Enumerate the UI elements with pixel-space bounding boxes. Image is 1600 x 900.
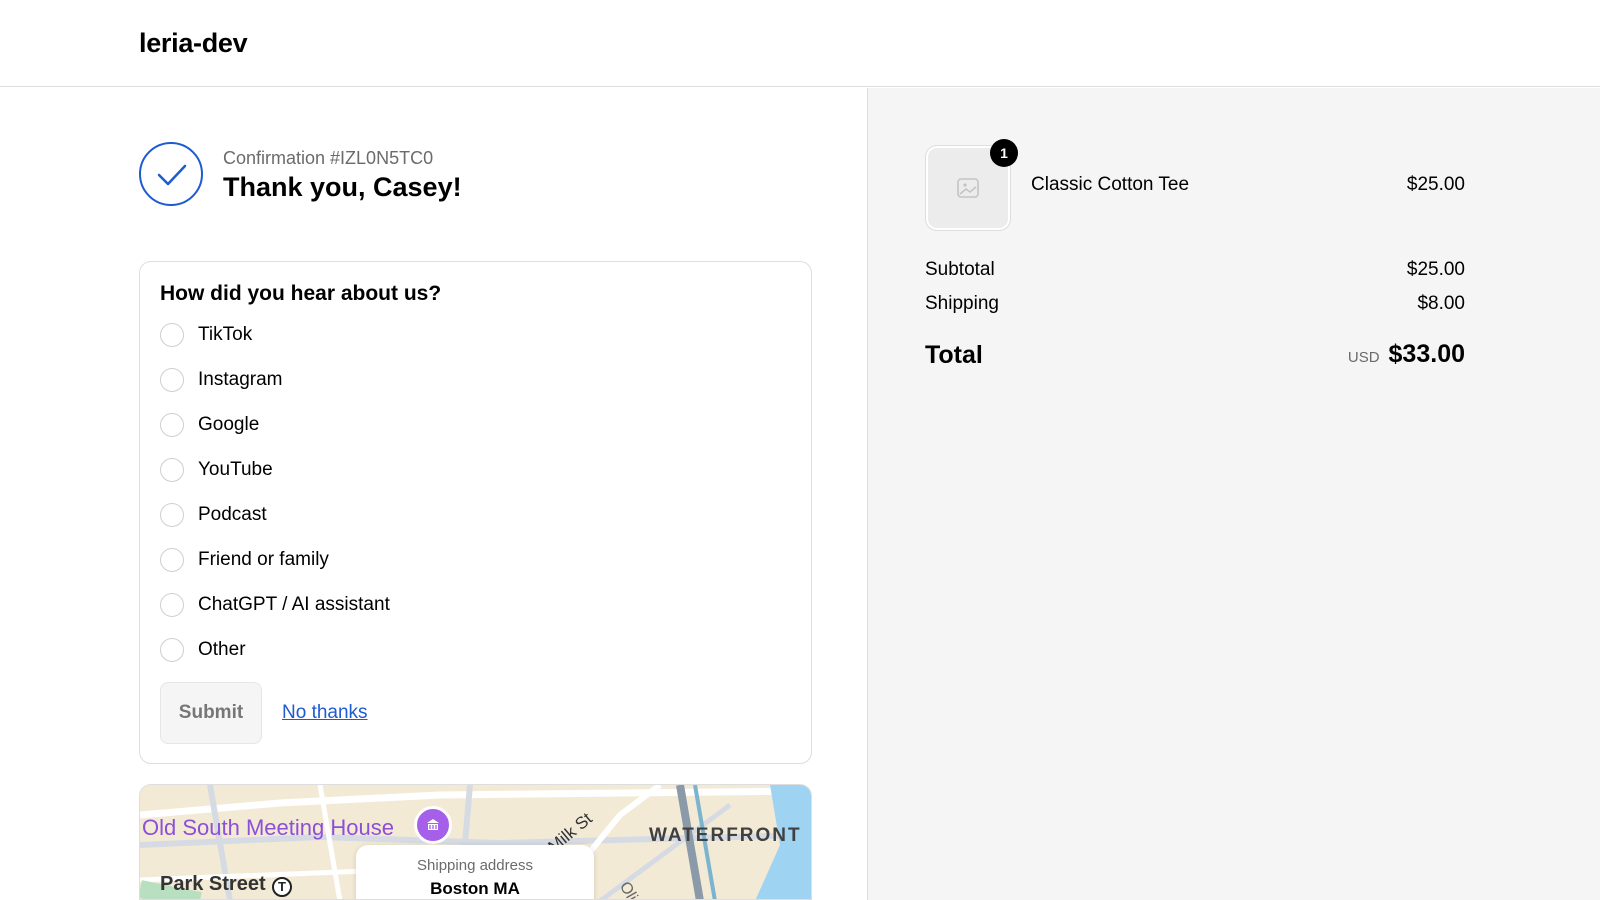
survey-option-instagram[interactable]: Instagram bbox=[160, 365, 282, 395]
survey-option-youtube[interactable]: YouTube bbox=[160, 455, 273, 485]
header: leria-dev bbox=[0, 0, 1600, 87]
shipping-label: Shipping bbox=[925, 293, 999, 314]
radio-button[interactable] bbox=[160, 638, 184, 662]
survey-option-other[interactable]: Other bbox=[160, 635, 246, 665]
radio-button[interactable] bbox=[160, 323, 184, 347]
option-label: TikTok bbox=[198, 324, 253, 345]
subtotal-value: $25.00 bbox=[1406, 259, 1465, 280]
survey-option-google[interactable]: Google bbox=[160, 410, 259, 440]
image-placeholder-icon bbox=[957, 178, 979, 198]
map-label-park-street: Park Street bbox=[160, 873, 266, 895]
thank-you-heading: Thank you, Casey! bbox=[223, 172, 462, 202]
transit-icon: T bbox=[272, 877, 292, 897]
option-label: YouTube bbox=[198, 459, 273, 480]
total-amount: USD $33.00 bbox=[1348, 340, 1465, 369]
shipping-address-city: Boston MA bbox=[430, 879, 520, 898]
option-label: Podcast bbox=[198, 504, 267, 525]
total-label: Total bbox=[925, 341, 983, 369]
survey-option-friend-or-family[interactable]: Friend or family bbox=[160, 545, 329, 575]
item-name: Classic Cotton Tee bbox=[1031, 174, 1190, 195]
total-value: $33.00 bbox=[1388, 340, 1465, 368]
survey-card: How did you hear about us? TikTok Instag… bbox=[139, 261, 812, 764]
radio-button[interactable] bbox=[160, 503, 184, 527]
survey-title: How did you hear about us? bbox=[160, 282, 442, 305]
subtotal-label: Subtotal bbox=[925, 259, 995, 280]
option-label: Google bbox=[198, 414, 260, 435]
radio-button[interactable] bbox=[160, 413, 184, 437]
shipping-map[interactable]: Old South Meeting House Park Street T Mi… bbox=[139, 784, 812, 900]
option-label: ChatGPT / AI assistant bbox=[198, 594, 390, 615]
item-price: $25.00 bbox=[1406, 174, 1465, 195]
option-label: Instagram bbox=[198, 369, 283, 390]
quantity-badge: 1 bbox=[990, 139, 1018, 167]
survey-option-tiktok[interactable]: TikTok bbox=[160, 320, 252, 350]
confirmation-number: Confirmation #IZL0N5TC0 bbox=[223, 148, 434, 168]
survey-option-chatgpt[interactable]: ChatGPT / AI assistant bbox=[160, 590, 390, 620]
radio-button[interactable] bbox=[160, 593, 184, 617]
submit-button[interactable]: Submit bbox=[160, 682, 262, 744]
radio-button[interactable] bbox=[160, 548, 184, 572]
map-label-waterfront: WATERFRONT bbox=[649, 825, 802, 846]
check-icon bbox=[139, 142, 203, 206]
no-thanks-link[interactable]: No thanks bbox=[282, 702, 368, 724]
option-label: Friend or family bbox=[198, 549, 329, 570]
radio-button[interactable] bbox=[160, 458, 184, 482]
survey-option-podcast[interactable]: Podcast bbox=[160, 500, 267, 530]
museum-icon bbox=[414, 806, 452, 844]
shipping-address-card: Shipping address Boston MA bbox=[356, 845, 594, 899]
brand-name[interactable]: leria-dev bbox=[139, 28, 248, 59]
shipping-address-label: Shipping address bbox=[417, 857, 533, 874]
option-label: Other bbox=[198, 639, 246, 660]
radio-button[interactable] bbox=[160, 368, 184, 392]
map-label-meeting-house: Old South Meeting House bbox=[142, 815, 394, 840]
shipping-value: $8.00 bbox=[1417, 293, 1465, 314]
total-currency: USD bbox=[1347, 349, 1380, 366]
